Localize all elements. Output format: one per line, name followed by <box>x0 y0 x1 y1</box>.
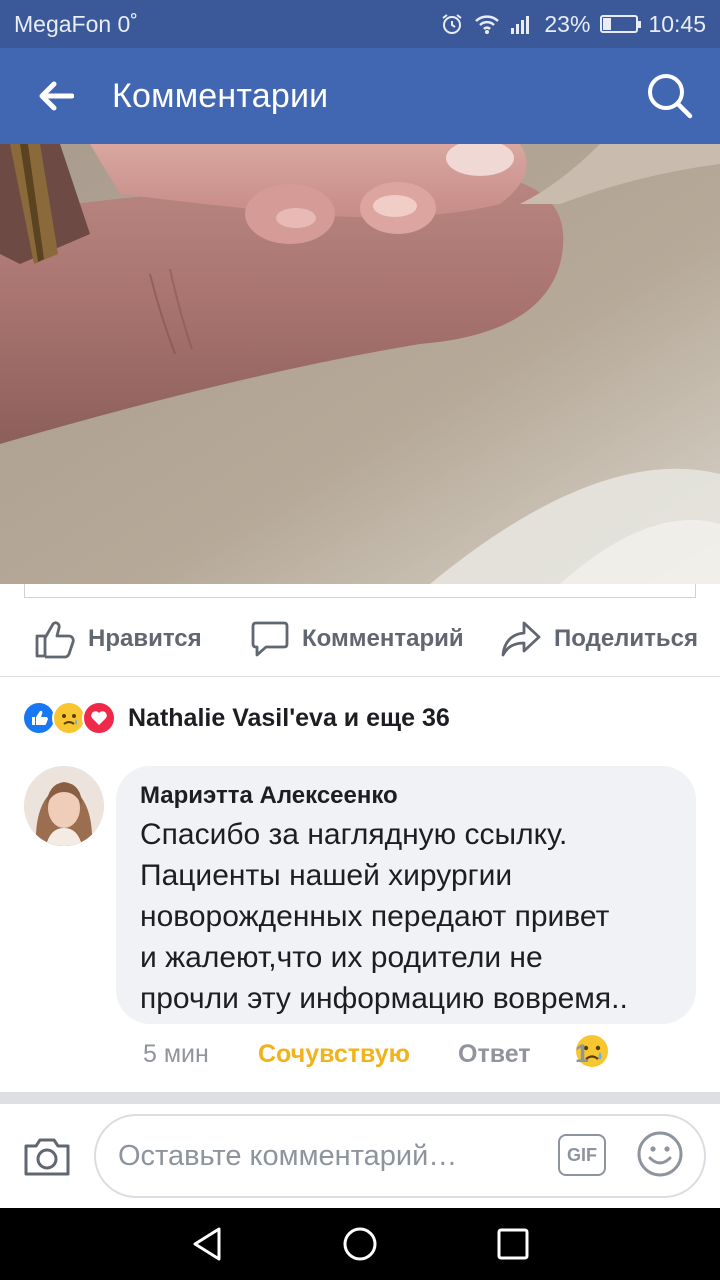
system-nav-bar <box>0 1208 720 1280</box>
nav-home-button[interactable] <box>330 1214 390 1274</box>
like-label: Нравится <box>88 625 202 652</box>
comment-input-box[interactable]: GIF <box>94 1114 706 1198</box>
comment-line: Спасибо за наглядную ссылку. <box>140 818 568 851</box>
battery-icon <box>600 15 642 33</box>
comment-time: 5 мин <box>143 1040 209 1068</box>
battery-fill <box>603 18 612 30</box>
nav-back-button[interactable] <box>177 1214 237 1274</box>
comment-label: Комментарий <box>302 625 464 652</box>
battery-percent: 23% <box>544 10 591 37</box>
comment-bubble[interactable]: Мариэтта Алексеенко Спасибо за наглядную… <box>116 766 696 1024</box>
comment-input[interactable] <box>118 1139 538 1173</box>
nav-recents-button[interactable] <box>483 1214 543 1274</box>
reaction-count: 1 <box>575 1040 589 1068</box>
post-card-border <box>24 584 696 598</box>
composer-separator <box>0 1092 720 1104</box>
comment-author[interactable]: Мариэтта Алексеенко <box>140 782 672 810</box>
photo-illustration <box>0 144 720 584</box>
camera-button[interactable] <box>22 1134 72 1180</box>
comment-line: новорожденных передают привет <box>140 900 610 933</box>
like-icon <box>22 701 56 735</box>
reply-button[interactable]: Ответ <box>458 1040 531 1069</box>
thumbs-up-icon <box>35 621 75 659</box>
comments-screen: MegaFon 0˚ 23% 10:45 Комментарии Нравитс… <box>0 0 720 1280</box>
gif-button[interactable]: GIF <box>558 1134 606 1176</box>
comment-button[interactable]: Комментарий <box>250 616 464 662</box>
post-actions: Нравится Комментарий Поделиться <box>0 604 720 674</box>
share-label: Поделиться <box>554 625 699 652</box>
comment-meta: 5 мин Сочувствую Ответ 1 <box>143 1034 683 1074</box>
divider <box>0 676 720 677</box>
comment-line: Пациенты нашей хирургии <box>140 859 513 892</box>
page-title: Комментарии <box>112 76 329 115</box>
carrier-label: MegaFon 0˚ <box>14 10 139 37</box>
camera-icon <box>24 1138 70 1176</box>
alarm-icon <box>440 12 464 36</box>
comment-composer: GIF <box>0 1104 720 1208</box>
reaction-icons <box>22 701 116 735</box>
triangle-back-icon <box>193 1227 221 1261</box>
avatar-image <box>24 766 104 846</box>
wifi-icon <box>474 13 500 35</box>
comment-line: и жалеют,что их родители не <box>140 941 543 974</box>
share-button[interactable]: Поделиться <box>500 616 698 662</box>
reactions-summary[interactable]: Nathalie Vasil'eva и еще 36 <box>22 696 450 740</box>
love-icon <box>82 701 116 735</box>
reactions-names: Nathalie Vasil'eva и еще 36 <box>128 703 450 732</box>
app-bar: Комментарии <box>0 48 720 144</box>
search-icon <box>648 74 693 119</box>
avatar[interactable] <box>24 766 104 846</box>
square-recents-icon <box>497 1228 529 1260</box>
comment-line: прочли эту информацию вовремя.. <box>140 982 628 1015</box>
comment-reaction-button[interactable]: Сочувствую <box>258 1040 410 1069</box>
share-arrow-icon <box>501 621 541 657</box>
back-arrow-icon <box>39 81 74 111</box>
comment-bubble-icon <box>251 621 289 657</box>
sad-icon <box>52 701 86 735</box>
back-button[interactable] <box>0 48 112 144</box>
emoji-button[interactable] <box>636 1130 684 1178</box>
status-bar: MegaFon 0˚ 23% 10:45 <box>0 0 720 48</box>
clock: 10:45 <box>648 10 706 37</box>
smiley-icon <box>637 1131 683 1177</box>
circle-home-icon <box>343 1227 377 1261</box>
signal-icon <box>510 13 534 35</box>
comment-text: Спасибо за наглядную ссылку. Пациенты на… <box>140 814 672 1019</box>
search-button[interactable] <box>620 48 720 144</box>
post-photo[interactable] <box>0 144 720 584</box>
comment-reaction-count[interactable]: 1 <box>575 1034 609 1068</box>
like-button[interactable]: Нравится <box>34 616 202 662</box>
